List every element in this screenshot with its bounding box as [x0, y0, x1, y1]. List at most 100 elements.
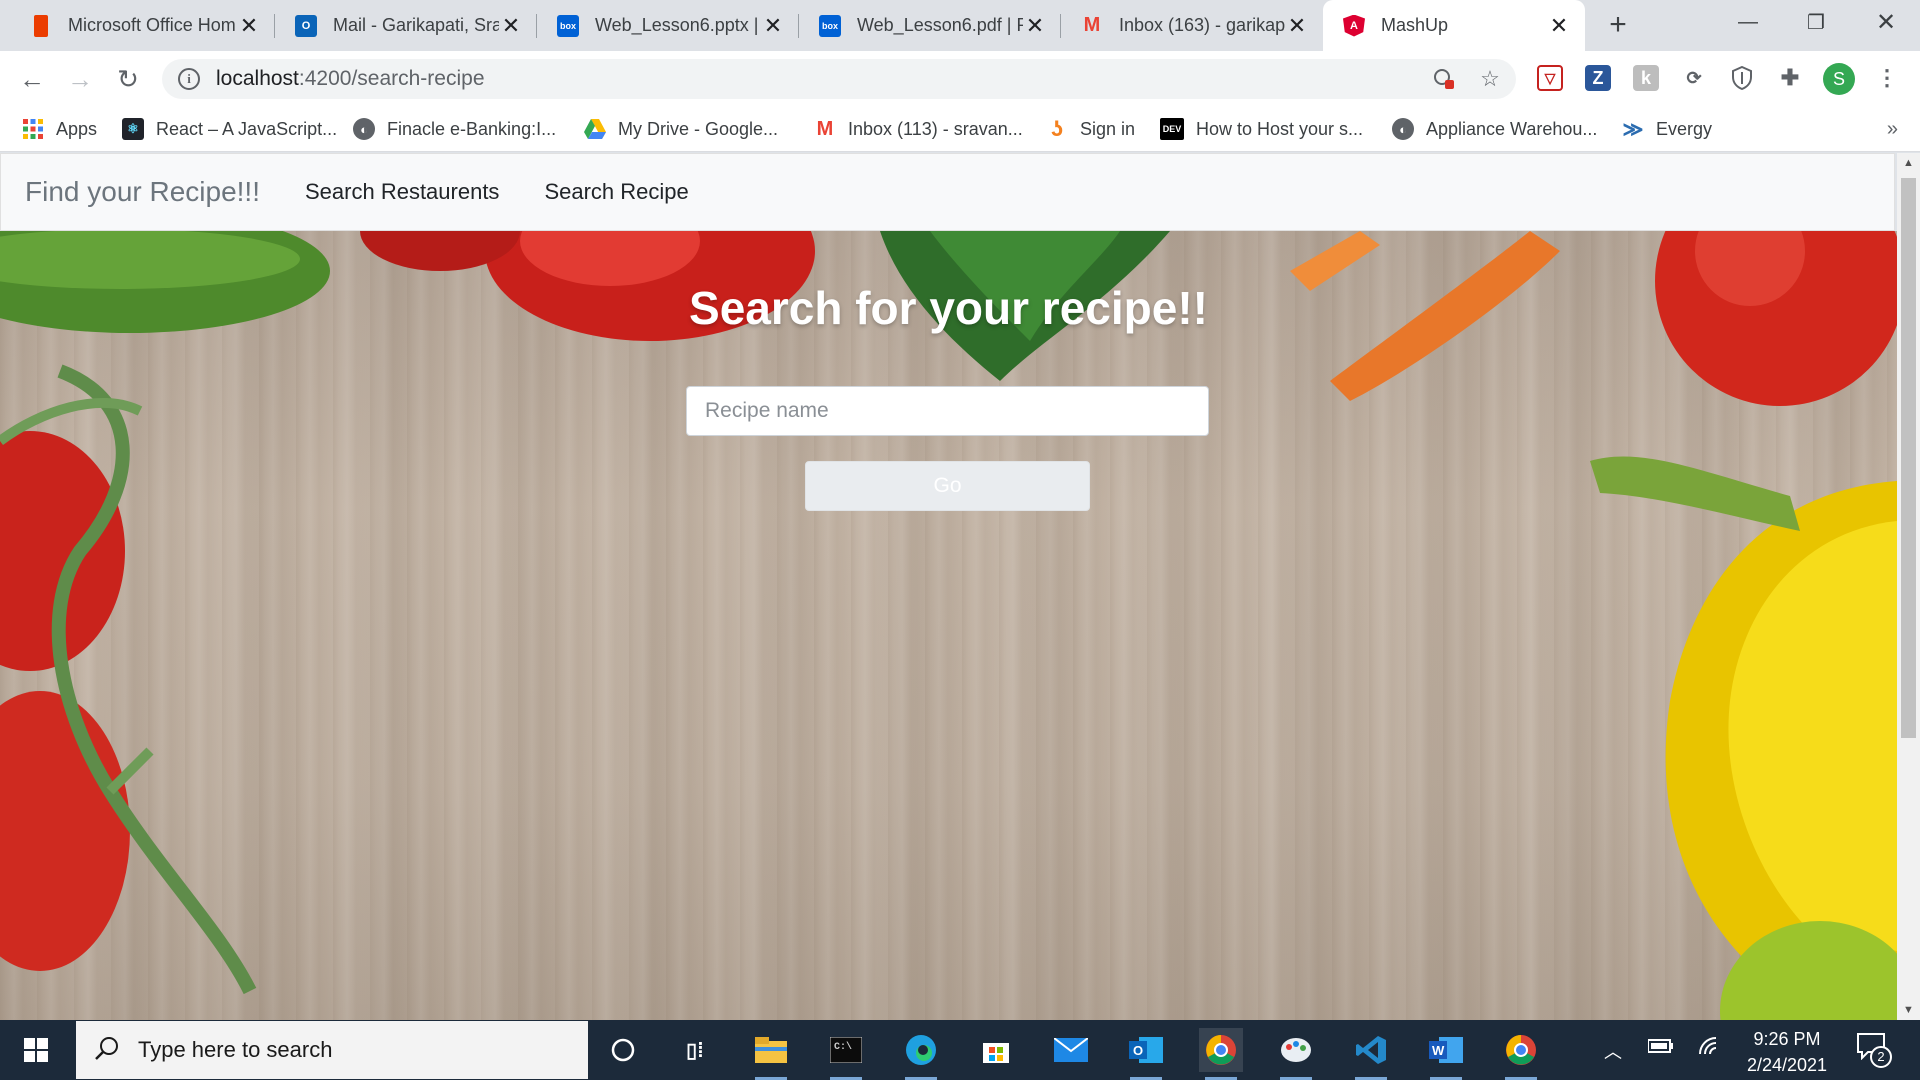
angular-icon: A [1343, 14, 1365, 37]
grammar-extension-icon[interactable]: k [1633, 65, 1659, 91]
page-scrollbar[interactable]: ▲ ▼ [1897, 153, 1920, 1020]
scroll-down-icon[interactable]: ▼ [1897, 1000, 1920, 1020]
globe-icon: ◐ [353, 118, 375, 140]
zotero-extension-icon[interactable]: Z [1585, 65, 1611, 91]
terminal-icon[interactable]: C:\ [824, 1028, 868, 1080]
close-icon[interactable]: ✕ [1285, 13, 1309, 39]
bookmarks-bar: Apps ⚛ React – A JavaScript... ◐ Finacle… [0, 107, 1920, 152]
evergy-icon: ≫ [1622, 118, 1644, 141]
taskbar-search-box[interactable]: Type here to search [76, 1021, 588, 1079]
bookmark-react[interactable]: ⚛ React – A JavaScript... [122, 116, 337, 142]
back-button[interactable]: ← [14, 61, 50, 97]
paint-icon[interactable] [1274, 1028, 1318, 1080]
office-icon [34, 14, 48, 37]
box-icon: box [557, 14, 579, 37]
bookmark-dev[interactable]: DEV How to Host your s... [1160, 116, 1363, 142]
recipe-search-input[interactable] [686, 386, 1209, 436]
notifications-icon[interactable]: 2 [1856, 1032, 1892, 1068]
battery-icon[interactable] [1647, 1038, 1674, 1059]
svg-text:C:\: C:\ [834, 1041, 852, 1053]
show-hidden-icons-icon[interactable]: ︿ [1604, 1038, 1622, 1064]
nav-search-restaurants[interactable]: Search Restaurents [305, 179, 499, 205]
bookmark-finacle[interactable]: ◐ Finacle e-Banking:I... [353, 116, 556, 142]
bookmark-apps[interactable]: Apps [22, 116, 97, 142]
profile-avatar[interactable]: S [1823, 63, 1855, 95]
brand-link[interactable]: Find your Recipe!!! [25, 176, 260, 208]
bookmark-evergy[interactable]: ≫ Evergy [1622, 116, 1713, 142]
cortana-icon[interactable] [601, 1028, 645, 1072]
menu-kebab-icon[interactable]: ⋮ [1874, 65, 1900, 91]
react-icon: ⚛ [122, 118, 144, 140]
globe-icon: ◐ [1392, 118, 1414, 140]
bookmark-star-icon[interactable]: ☆ [1478, 66, 1502, 91]
extensions-puzzle-icon[interactable]: ✚ [1777, 65, 1803, 91]
windows-logo-icon [24, 1038, 48, 1062]
blocked-popup-icon[interactable] [1432, 67, 1456, 91]
gmail-icon: M [1083, 14, 1101, 36]
new-tab-button[interactable]: + [1600, 10, 1636, 42]
mail-icon[interactable] [1049, 1028, 1093, 1072]
bookmark-inbox[interactable]: M Inbox (113) - sravan... [814, 116, 1023, 142]
file-explorer-icon[interactable] [749, 1028, 793, 1080]
scroll-thumb[interactable] [1901, 178, 1916, 738]
close-icon[interactable]: ✕ [499, 13, 523, 39]
taskbar-clock[interactable]: 9:26 PM 2/24/2021 [1722, 1026, 1852, 1078]
windows-taskbar: Type here to search ▯⁞ C:\ O W ︿ 9:26 PM… [0, 1020, 1920, 1080]
wifi-icon[interactable] [1698, 1036, 1720, 1061]
bookmark-appliance-warehouse[interactable]: ◐ Appliance Warehou... [1392, 116, 1597, 142]
close-icon[interactable]: ✕ [1547, 13, 1571, 39]
tab-mashup[interactable]: A MashUp ✕ [1323, 0, 1585, 51]
tab-inbox[interactable]: M Inbox (163) - garikap ✕ [1061, 0, 1323, 51]
sign-in-icon: ʖ [1050, 116, 1064, 141]
hero-background: Search for your recipe!! Go [0, 231, 1897, 1020]
close-icon[interactable]: ✕ [1023, 13, 1047, 39]
tab-mail[interactable]: O Mail - Garikapati, Sra ✕ [275, 0, 537, 51]
tab-microsoft-office[interactable]: Microsoft Office Hom ✕ [10, 0, 275, 51]
outlook-icon: O [295, 14, 317, 37]
hero-title: Search for your recipe!! [689, 282, 1208, 334]
app-navbar: Find your Recipe!!! Search Restaurents S… [0, 153, 1895, 231]
gmail-icon: M [816, 117, 834, 140]
start-button[interactable] [0, 1020, 72, 1080]
vscode-icon[interactable] [1349, 1028, 1393, 1080]
restore-button[interactable]: ❐ [1786, 0, 1846, 44]
chrome-icon[interactable] [1199, 1028, 1243, 1080]
dev-icon: DEV [1160, 118, 1184, 140]
edge-icon[interactable] [899, 1028, 943, 1080]
notification-count-badge: 2 [1870, 1046, 1892, 1068]
browser-toolbar: ← → ↻ i localhost:4200/search-recipe ☆ ▽… [0, 51, 1920, 107]
close-icon[interactable]: ✕ [237, 13, 261, 39]
pocket-extension-icon[interactable]: ▽ [1537, 65, 1563, 91]
scroll-up-icon[interactable]: ▲ [1897, 153, 1920, 173]
window-close-button[interactable]: ✕ [1856, 0, 1916, 44]
word-icon[interactable]: W [1424, 1028, 1468, 1080]
chrome-icon[interactable] [1499, 1028, 1543, 1080]
go-button[interactable]: Go [805, 461, 1090, 511]
close-icon[interactable]: ✕ [761, 13, 785, 39]
svg-text:W: W [1432, 1043, 1445, 1058]
address-bar[interactable]: i localhost:4200/search-recipe ☆ [162, 59, 1516, 99]
store-icon[interactable] [974, 1028, 1018, 1072]
forward-button[interactable]: → [62, 61, 98, 97]
vegetables-decoration [0, 231, 1897, 1020]
shield-extension-icon[interactable] [1729, 65, 1755, 91]
minimize-button[interactable]: — [1718, 0, 1778, 44]
apps-grid-icon [22, 118, 44, 140]
reload-button[interactable]: ↻ [110, 61, 146, 97]
tab-web-lesson6-pdf[interactable]: box Web_Lesson6.pdf | Pc ✕ [799, 0, 1061, 51]
site-info-icon[interactable]: i [178, 68, 200, 90]
browser-tab-strip: Microsoft Office Hom ✕ O Mail - Garikapa… [0, 0, 1920, 51]
more-bookmarks-button[interactable]: » [1887, 118, 1898, 141]
outlook-icon[interactable]: O [1124, 1028, 1168, 1080]
url-text[interactable]: localhost:4200/search-recipe [216, 67, 485, 91]
task-view-icon[interactable]: ▯⁞ [673, 1028, 717, 1072]
bookmark-sign-in[interactable]: ʖ Sign in [1046, 116, 1135, 142]
translate-extension-icon[interactable]: ⟳ [1681, 65, 1707, 91]
search-icon [94, 1035, 120, 1066]
tab-web-lesson6-pptx[interactable]: box Web_Lesson6.pptx | P ✕ [537, 0, 799, 51]
bookmark-google-drive[interactable]: My Drive - Google... [584, 116, 778, 142]
nav-search-recipe[interactable]: Search Recipe [544, 179, 688, 205]
page-viewport: Find your Recipe!!! Search Restaurents S… [0, 153, 1897, 1020]
box-icon: box [819, 14, 841, 37]
google-drive-icon [584, 118, 606, 140]
